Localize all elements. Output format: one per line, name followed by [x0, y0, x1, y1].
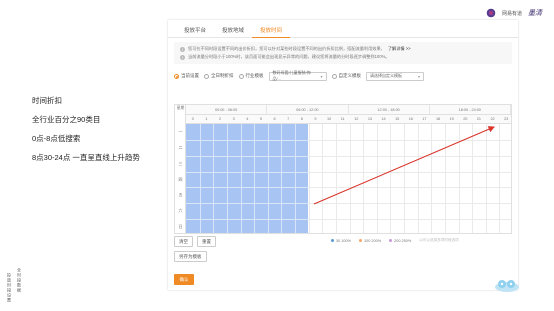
grid-corner-label: 星期 — [176, 106, 185, 110]
chevron-down-icon: ▾ — [417, 73, 420, 79]
hour-label: 23 — [504, 117, 509, 121]
hour-label: 5 — [259, 117, 262, 121]
hour-label: 21 — [476, 117, 482, 121]
note-2: 全行业百分之90类目 — [32, 115, 101, 124]
logo-text: 网易有道 — [501, 10, 522, 17]
period-label: 06:00 - 12:00 — [267, 105, 349, 114]
tab-platform[interactable]: 投放平台 — [176, 20, 214, 38]
time-grid: 星期 00:00 - 06:00 06:00 - 12:00 12:00 - 1… — [174, 104, 512, 234]
legend-dot-icon — [389, 239, 393, 242]
legend-item: 30 100% — [331, 238, 351, 243]
radio-all-day[interactable]: 全日制折扣 — [204, 73, 234, 79]
save-template-button[interactable]: 另存为模板 — [174, 251, 207, 262]
hour-label: 17 — [422, 117, 427, 121]
day-label: 三 — [178, 160, 183, 166]
period-label: 00:00 - 06:00 — [186, 105, 268, 114]
selected-hours-block[interactable] — [186, 124, 309, 233]
radio-dot-icon — [331, 73, 337, 79]
period-header: 00:00 - 06:00 06:00 - 12:00 12:00 - 18:0… — [186, 105, 511, 115]
side-text-a: 投放时段设置 — [7, 273, 12, 303]
hour-label: 12 — [354, 117, 359, 121]
hour-label: 15 — [395, 117, 400, 121]
radio-industry[interactable]: 行业模板 — [238, 73, 264, 79]
info-line-1: 您可在不同时段设置不同的出价折扣，您可以针对某些时段设置不同的出价折扣比例，搭配… — [188, 46, 385, 51]
day-label: 四 — [178, 176, 183, 182]
reset-button[interactable]: 重置 — [197, 236, 216, 247]
grid-cells[interactable] — [186, 124, 511, 233]
period-label: 18:00 - 24:00 — [430, 105, 511, 114]
info-box: ! 您可在不同时段设置不同的出价折扣，您可以针对某些时段设置不同的出价折扣比例，… — [174, 42, 512, 64]
hour-label: 2 — [219, 117, 222, 121]
day-label: 六 — [178, 208, 183, 214]
hour-label: 10 — [326, 117, 332, 121]
tab-time[interactable]: 投放时间 — [252, 20, 291, 38]
template-options: 当前设置 全日制折扣 行业模板 数码母婴/儿童服装/饰品/... ▾ 自定义模板… — [174, 70, 512, 82]
hour-label: 1 — [205, 117, 208, 121]
radio-dot-icon — [238, 73, 244, 79]
hour-label: 0 — [191, 117, 194, 121]
mascot-icon — [495, 280, 519, 292]
radio-dot-icon — [174, 73, 179, 79]
custom-template-select[interactable]: 请选择自定义模板 ▾ — [366, 71, 424, 81]
hour-label: 13 — [367, 117, 373, 121]
radio-current[interactable]: 当前设置 — [174, 73, 199, 79]
hour-label: 18 — [435, 117, 441, 121]
radio-dot-icon — [204, 73, 209, 79]
industry-template-select[interactable]: 数码母婴/儿童服装/饰品/... ▾ — [268, 70, 327, 81]
info-icon: ! — [180, 54, 185, 60]
info-line-2: 当前流量分时段小于100%时，该页面可能会出现显示异常的问题，建议您将流量的分时… — [188, 54, 390, 59]
info-icon: ! — [180, 46, 185, 52]
legend-dot-icon — [331, 239, 334, 242]
time-setting-panel: 投放平台 投放地域 投放时间 ! 您可在不同时段设置不同的出价折扣，您可以针对某… — [168, 20, 518, 290]
hour-label: 6 — [273, 117, 276, 121]
day-label: 日 — [178, 224, 183, 230]
day-label: 二 — [178, 144, 183, 150]
hour-label: 19 — [449, 117, 454, 121]
note-1: 时间折扣 — [32, 96, 62, 105]
hour-label: 4 — [246, 117, 249, 121]
hour-label: 9 — [314, 117, 317, 121]
hour-label: 14 — [381, 117, 386, 121]
clear-button[interactable]: 清空 — [174, 236, 193, 247]
chevron-down-icon: ▾ — [320, 73, 323, 79]
legend-note: 以可以选择多项时段选项 — [419, 238, 459, 242]
hour-label: 8 — [300, 117, 303, 121]
side-text-b: 全时段数据 — [17, 268, 22, 293]
day-label: 一 — [178, 128, 183, 134]
hour-label: 16 — [408, 117, 413, 121]
hour-label: 11 — [340, 117, 345, 121]
hour-label: 7 — [287, 117, 290, 121]
hour-label: 3 — [232, 117, 235, 121]
confirm-button[interactable]: 确认 — [174, 274, 194, 285]
logo-mark-icon — [485, 8, 496, 18]
legend-item: 200 250% — [389, 238, 411, 243]
tab-bar: 投放平台 投放地域 投放时间 — [168, 20, 518, 38]
hour-header: 0 1 2 3 4 5 6 7 8 9 10 11 12 13 14 15 16 17 18 19 20 21 22 23 — [186, 115, 511, 124]
tab-region[interactable]: 投放地域 — [214, 20, 252, 38]
day-label: 五 — [178, 192, 183, 198]
hour-label: 22 — [490, 117, 495, 121]
legend-dot-icon — [359, 239, 362, 242]
slide: 网易有道 墨清 投放时段设置 全时段数据 时间折扣 全行业百分之90类目 0点-… — [0, 0, 554, 311]
hour-label: 20 — [463, 117, 468, 121]
note-4: 8点30-24点 一直呈直线上升趋势 — [32, 153, 140, 162]
learn-more-link[interactable]: 了解详情 >> — [388, 45, 411, 53]
period-label: 12:00 - 18:00 — [349, 105, 430, 114]
logo-signature: 墨清 — [528, 9, 542, 17]
brand-logo: 网易有道 墨清 — [485, 8, 542, 18]
notes: 时间折扣 全行业百分之90类目 0点-8点低搜索 8点30-24点 一直呈直线上… — [32, 96, 152, 172]
legend: 30 100% 100 200% 200 250% 以可以选择多项时段选项 — [331, 238, 459, 243]
legend-item: 100 200% — [359, 238, 381, 243]
note-3: 0点-8点低搜索 — [32, 134, 81, 143]
radio-custom[interactable]: 自定义模板 — [331, 73, 361, 79]
